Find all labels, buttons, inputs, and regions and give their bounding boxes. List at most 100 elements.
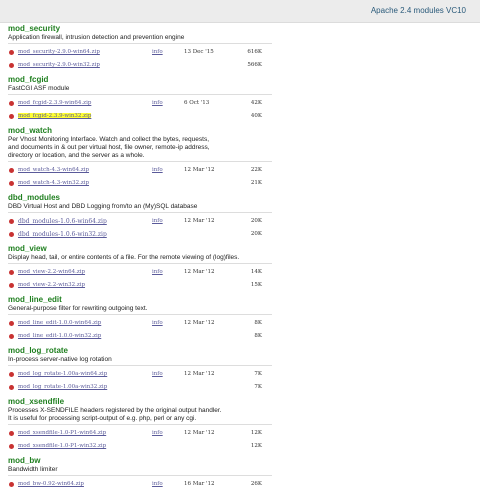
file-row: mod_view-2.2-win64.zip info 12 Mar '12 14K bbox=[8, 266, 468, 279]
file-size: 8K bbox=[254, 333, 262, 339]
download-link[interactable]: mod_line_edit-1.0.0-win32.zip bbox=[18, 333, 101, 339]
module-mod-xsendfile: mod_xsendfile Processes X-SENDFILE header… bbox=[8, 397, 468, 456]
bullet-icon bbox=[9, 270, 14, 275]
info-link[interactable]: info bbox=[152, 269, 163, 275]
release-date: 12 Mar '12 bbox=[184, 167, 215, 173]
release-date: 12 Mar '12 bbox=[184, 218, 215, 224]
download-link[interactable]: mod_log_rotate-1.00a-win64.zip bbox=[18, 371, 107, 377]
module-name: mod_bw bbox=[8, 456, 41, 465]
file-size: 12K bbox=[250, 443, 262, 449]
module-name: mod_log_rotate bbox=[8, 346, 69, 355]
module-list: mod_security Application firewall, intrus… bbox=[8, 24, 468, 494]
download-link[interactable]: dbd_modules-1.0.6-win32.zip bbox=[18, 231, 107, 238]
module-name: mod_security bbox=[8, 24, 61, 33]
download-link[interactable]: dbd_modules-1.0.6-win64.zip bbox=[18, 218, 107, 225]
file-size: 8K bbox=[254, 320, 262, 326]
file-size: 26K bbox=[250, 481, 262, 487]
module-mod-bw: mod_bw Bandwidth limiter mod_bw-0.92-win64… bbox=[8, 456, 468, 494]
download-link[interactable]: mod_xsendfile-1.0-P1-win32.zip bbox=[18, 443, 106, 449]
info-link[interactable]: info bbox=[152, 49, 163, 55]
module-mod-line-edit: mod_line_edit General-purpose filter for … bbox=[8, 295, 468, 346]
release-date: 12 Mar '12 bbox=[184, 371, 215, 377]
module-description: FastCGI ASF module bbox=[8, 85, 70, 92]
download-link[interactable]: mod_log_rotate-1.00a-win32.zip bbox=[18, 384, 107, 390]
bullet-icon bbox=[9, 283, 14, 288]
bullet-icon bbox=[9, 444, 14, 449]
info-link[interactable]: info bbox=[152, 481, 163, 487]
file-row: mod_log_rotate-1.00a-win32.zip 7K bbox=[8, 381, 468, 394]
download-link[interactable]: mod_watch-4.3-win64.zip bbox=[18, 167, 89, 173]
file-size: 566K bbox=[247, 62, 262, 68]
module-description: Per Vhost Monitoring Interface. Watch an… bbox=[8, 136, 209, 143]
divider bbox=[8, 365, 272, 366]
download-link[interactable]: mod_bw-0.92-win64.zip bbox=[18, 481, 84, 487]
download-link[interactable]: mod_watch-4.3-win32.zip bbox=[18, 180, 89, 186]
bullet-icon bbox=[9, 181, 14, 186]
file-row: mod_security-2.9.0-win32.zip 566K bbox=[8, 59, 468, 72]
file-row: mod_xsendfile-1.0-P1-win64.zip info 12 Mar… bbox=[8, 427, 468, 440]
download-link[interactable]: mod_security-2.9.0-win64.zip bbox=[18, 49, 100, 55]
file-row: mod_xsendfile-1.0-P1-win32.zip 12K bbox=[8, 440, 468, 453]
bullet-icon bbox=[9, 219, 14, 224]
bullet-icon bbox=[9, 63, 14, 68]
bullet-icon bbox=[9, 50, 14, 55]
file-size: 7K bbox=[254, 384, 262, 390]
file-row: mod_line_edit-1.0.0-win64.zip info 12 Mar … bbox=[8, 317, 468, 330]
module-mod-watch: mod_watch Per Vhost Monitoring Interface.… bbox=[8, 126, 468, 193]
release-date: 6 Oct '13 bbox=[184, 100, 210, 106]
file-row: mod_watch-4.3-win32.zip 21K bbox=[8, 177, 468, 190]
download-link[interactable]: mod_view-2.2-win64.zip bbox=[18, 269, 85, 275]
file-row: mod_line_edit-1.0.0-win32.zip 8K bbox=[8, 330, 468, 343]
page-title: Apache 2.4 modules VC10 bbox=[370, 6, 466, 15]
release-date: 12 Mar '12 bbox=[184, 269, 215, 275]
file-size: 12K bbox=[250, 430, 262, 436]
bullet-icon bbox=[9, 101, 14, 106]
info-link[interactable]: info bbox=[152, 218, 163, 224]
module-description: and documents in & out per virtual host,… bbox=[8, 144, 210, 151]
info-link[interactable]: info bbox=[152, 100, 163, 106]
file-row: mod_security-2.9.0-win64.zip info 13 Dec '… bbox=[8, 46, 468, 59]
file-row: dbd_modules-1.0.6-win32.zip 20K bbox=[8, 228, 468, 241]
file-size: 22K bbox=[250, 167, 262, 173]
divider bbox=[8, 94, 272, 95]
download-link[interactable]: mod_fcgid-2.3.9-win64.zip bbox=[18, 100, 91, 106]
divider bbox=[8, 43, 272, 44]
download-link[interactable]: mod_xsendfile-1.0-P1-win64.zip bbox=[18, 430, 106, 436]
download-link[interactable]: mod_security-2.9.0-win32.zip bbox=[18, 62, 100, 68]
file-row: mod_bw-0.92-win64.zip info 16 Mar '12 26K bbox=[8, 478, 468, 491]
module-dbd-modules: dbd_modules DBD Virtual Host and DBD Logg… bbox=[8, 193, 468, 244]
module-description: Bandwidth limiter bbox=[8, 466, 58, 473]
info-link[interactable]: info bbox=[152, 430, 163, 436]
download-link[interactable]: mod_view-2.2-win32.zip bbox=[18, 282, 85, 288]
module-description: It is useful for processing script-outpu… bbox=[8, 415, 197, 422]
bullet-icon bbox=[9, 321, 14, 326]
divider bbox=[8, 424, 272, 425]
module-mod-view: mod_view Display head, tail, or entire co… bbox=[8, 244, 468, 295]
module-name: mod_view bbox=[8, 244, 47, 253]
info-link[interactable]: info bbox=[152, 371, 163, 377]
header-bar: Apache 2.4 modules VC10 bbox=[0, 0, 480, 23]
release-date: 12 Mar '12 bbox=[184, 430, 215, 436]
file-size: 7K bbox=[254, 371, 262, 377]
module-description: directory or location, and the server as… bbox=[8, 152, 145, 159]
bullet-icon bbox=[9, 168, 14, 173]
module-name: dbd_modules bbox=[8, 193, 61, 202]
module-description: Processes X-SENDFILE headers registered … bbox=[8, 407, 222, 414]
release-date: 12 Mar '12 bbox=[184, 320, 215, 326]
bullet-icon bbox=[9, 114, 14, 119]
file-size: 15K bbox=[250, 282, 262, 288]
info-link[interactable]: info bbox=[152, 320, 163, 326]
bullet-icon bbox=[9, 334, 14, 339]
module-mod-log-rotate: mod_log_rotate In-process server-native l… bbox=[8, 346, 468, 397]
module-mod-security: mod_security Application firewall, intrus… bbox=[8, 24, 468, 75]
download-link[interactable]: mod_fcgid-2.3.9-win32.zip bbox=[18, 113, 92, 119]
module-description: Application firewall, intrusion detectio… bbox=[8, 34, 185, 41]
divider bbox=[8, 475, 272, 476]
file-row: mod_view-2.2-win32.zip 15K bbox=[8, 279, 468, 292]
file-size: 42K bbox=[250, 100, 262, 106]
download-link[interactable]: mod_line_edit-1.0.0-win64.zip bbox=[18, 320, 101, 326]
info-link[interactable]: info bbox=[152, 167, 163, 173]
divider bbox=[8, 212, 272, 213]
module-mod-fcgid: mod_fcgid FastCGI ASF module mod_fcgid-2.3… bbox=[8, 75, 468, 126]
bullet-icon bbox=[9, 232, 14, 237]
